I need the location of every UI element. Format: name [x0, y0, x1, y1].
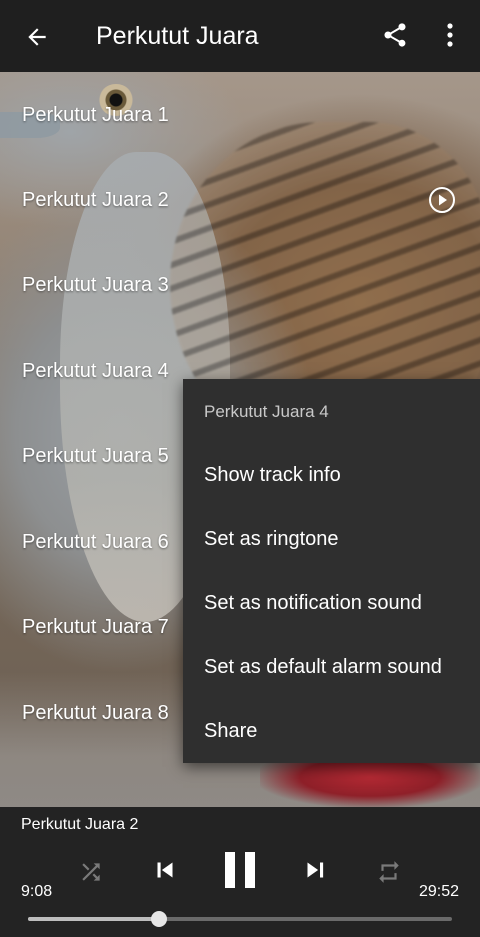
- skip-previous-icon[interactable]: [148, 853, 182, 887]
- track-item[interactable]: Perkutut Juara 1: [0, 72, 480, 157]
- back-arrow-icon[interactable]: [20, 20, 54, 54]
- menu-item-label: Set as notification sound: [204, 592, 422, 614]
- pause-icon[interactable]: [220, 847, 260, 893]
- seek-bar-fill: [28, 917, 160, 921]
- seek-bar-thumb[interactable]: [151, 911, 168, 927]
- app-bar: Perkutut Juara: [0, 0, 480, 72]
- track-name: Perkutut Juara 6: [22, 530, 169, 553]
- track-context-menu: Perkutut Juara 4 Show track info Set as …: [183, 379, 480, 763]
- track-item[interactable]: Perkutut Juara 3: [0, 242, 480, 327]
- menu-item-share[interactable]: Share: [183, 699, 480, 763]
- media-player-bar: Perkutut Juara 2 9:08 29:52: [0, 807, 480, 937]
- track-name: Perkutut Juara 2: [22, 188, 169, 211]
- menu-item-label: Set as default alarm sound: [204, 656, 442, 678]
- track-name: Perkutut Juara 8: [22, 701, 169, 724]
- menu-item-set-notification[interactable]: Set as notification sound: [183, 571, 480, 635]
- menu-item-show-track-info[interactable]: Show track info: [183, 443, 480, 507]
- track-name: Perkutut Juara 3: [22, 273, 169, 296]
- seek-bar[interactable]: [28, 911, 452, 927]
- track-name: Perkutut Juara 5: [22, 444, 169, 467]
- share-icon[interactable]: [378, 18, 412, 52]
- repeat-icon[interactable]: [374, 857, 404, 887]
- menu-item-set-alarm[interactable]: Set as default alarm sound: [183, 635, 480, 699]
- menu-item-label: Set as ringtone: [204, 528, 339, 550]
- menu-item-set-ringtone[interactable]: Set as ringtone: [183, 507, 480, 571]
- more-vert-icon[interactable]: [436, 18, 464, 52]
- app-title: Perkutut Juara: [96, 22, 259, 50]
- play-circle-icon[interactable]: [428, 186, 456, 214]
- menu-item-label: Show track info: [204, 464, 341, 486]
- track-name: Perkutut Juara 1: [22, 103, 169, 126]
- menu-header: Perkutut Juara 4: [204, 402, 329, 421]
- menu-item-label: Share: [204, 720, 258, 742]
- shuffle-icon[interactable]: [76, 857, 106, 887]
- track-name: Perkutut Juara 4: [22, 359, 169, 382]
- total-time: 29:52: [418, 883, 459, 900]
- track-item[interactable]: Perkutut Juara 2: [0, 157, 480, 242]
- now-playing-title: Perkutut Juara 2: [21, 816, 139, 833]
- elapsed-time: 9:08: [21, 883, 53, 900]
- track-name: Perkutut Juara 7: [22, 615, 169, 638]
- skip-next-icon[interactable]: [298, 853, 332, 887]
